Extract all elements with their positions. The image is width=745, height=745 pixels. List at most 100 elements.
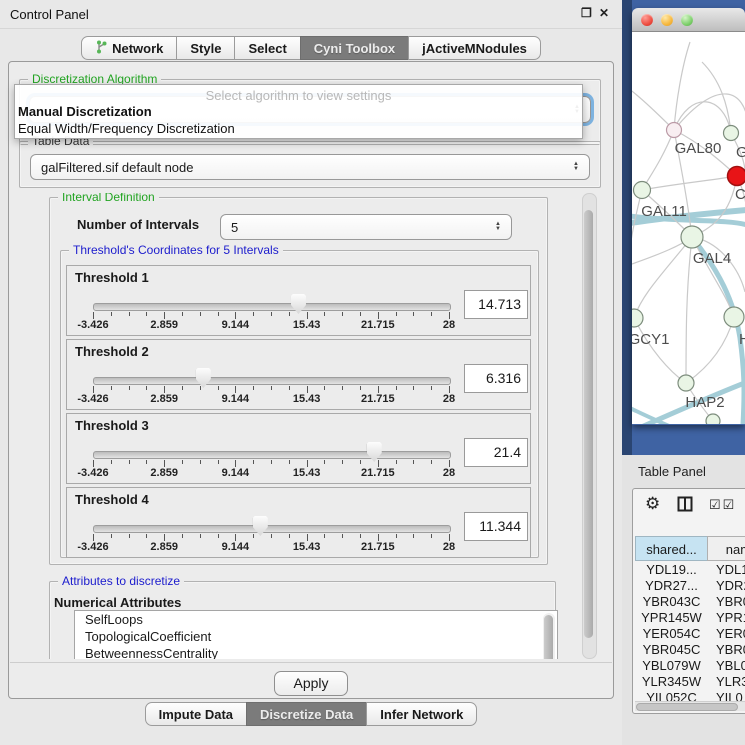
checkbox-icon[interactable]: ☑: [723, 497, 737, 512]
slider-track[interactable]: [93, 525, 451, 533]
number-of-intervals-combobox[interactable]: 5 ▲▼: [220, 214, 512, 240]
network-edge[interactable]: [686, 317, 734, 383]
cell-name: YBR0: [708, 642, 745, 658]
table-row[interactable]: YBR045CYBR0: [635, 642, 745, 658]
network-edge[interactable]: [674, 42, 690, 130]
network-edge[interactable]: [692, 237, 734, 317]
threshold-value-field[interactable]: 14.713: [464, 290, 528, 319]
network-node-gal11[interactable]: [634, 182, 651, 199]
tick-mark: [129, 534, 130, 538]
table-row[interactable]: YBR043CYBR0: [635, 594, 745, 610]
column-header-shared-name[interactable]: shared...: [635, 536, 708, 561]
table-data-combobox-value: galFiltered.sif default node: [31, 160, 567, 175]
list-item-selfloops[interactable]: SelfLoops: [75, 611, 557, 628]
network-node-gal4[interactable]: [681, 226, 703, 248]
minimize-traffic-light-icon[interactable]: [661, 14, 673, 26]
table-row[interactable]: YLR345WYLR3: [635, 674, 745, 690]
network-edge[interactable]: [634, 237, 692, 318]
network-edge[interactable]: [632, 88, 674, 130]
tab-jactivemnodules[interactable]: jActiveMNodules: [408, 36, 541, 60]
threshold-value-field[interactable]: 21.4: [464, 438, 528, 467]
slider-thumb[interactable]: [196, 368, 211, 388]
network-edge[interactable]: [686, 237, 692, 383]
close-traffic-light-icon[interactable]: [641, 14, 653, 26]
table-row[interactable]: YPR145WYPR1: [635, 610, 745, 626]
network-node-gcy1[interactable]: [632, 309, 643, 327]
network-node-c[interactable]: [728, 167, 745, 186]
tick-mark: [324, 312, 325, 316]
list-item-topologicalcoefficient[interactable]: TopologicalCoefficient: [75, 628, 557, 645]
table-row[interactable]: YDL19...YDL1: [635, 562, 745, 578]
threshold-value-field[interactable]: 11.344: [464, 512, 528, 541]
tick-mark: [164, 534, 165, 541]
attributes-list-scrollbar[interactable]: [543, 613, 555, 659]
tab-style[interactable]: Style: [176, 36, 235, 60]
zoom-traffic-light-icon[interactable]: [681, 14, 693, 26]
float-window-icon[interactable]: ❐: [581, 6, 592, 20]
tick-mark: [289, 534, 290, 538]
table-horizontal-scrollbar[interactable]: [635, 701, 745, 711]
tick-mark: [413, 534, 414, 538]
split-columns-icon[interactable]: [677, 496, 693, 512]
tick-mark: [289, 460, 290, 464]
tab-cyni-toolbox[interactable]: Cyni Toolbox: [300, 36, 409, 60]
tab-network[interactable]: Network: [81, 36, 177, 60]
slider-track[interactable]: [93, 377, 451, 385]
tab-select[interactable]: Select: [234, 36, 300, 60]
network-node-ga[interactable]: [724, 126, 739, 141]
network-node-h[interactable]: [724, 307, 744, 327]
checkbox-icon[interactable]: ☑: [709, 497, 723, 512]
control-panel-tabs: NetworkStyleSelectCyni ToolboxjActiveMNo…: [0, 36, 622, 60]
tick-mark: [396, 386, 397, 390]
tab-impute-data[interactable]: Impute Data: [145, 702, 247, 726]
tick-mark: [182, 460, 183, 464]
scrollbar-thumb[interactable]: [544, 615, 553, 659]
network-node[interactable]: [706, 414, 720, 424]
slider-track[interactable]: [93, 451, 451, 459]
tick-mark: [360, 534, 361, 538]
table-row[interactable]: YIL052CYIL0: [635, 690, 745, 701]
gear-icon[interactable]: ⚙: [645, 494, 660, 514]
threshold-value-field[interactable]: 6.316: [464, 364, 528, 393]
numerical-attributes-list[interactable]: SelfLoopsTopologicalCoefficientBetweenne…: [74, 610, 558, 659]
tick-mark: [289, 386, 290, 390]
network-edge[interactable]: [642, 176, 737, 190]
tick-mark: [342, 312, 343, 316]
select-columns-icons[interactable]: ☑☑: [709, 497, 736, 513]
tick-mark: [111, 460, 112, 464]
slider-thumb[interactable]: [253, 516, 268, 536]
close-icon[interactable]: ✕: [599, 6, 609, 20]
table-row[interactable]: YER054CYER0: [635, 626, 745, 642]
table-data-combobox[interactable]: galFiltered.sif default node ▲▼: [30, 154, 590, 180]
tick-mark: [200, 312, 201, 316]
menu-item-manual-discretization[interactable]: Manual Discretization: [15, 103, 582, 120]
scrollbar-thumb[interactable]: [584, 210, 593, 638]
apply-button[interactable]: Apply: [274, 671, 348, 696]
tab-infer-network[interactable]: Infer Network: [366, 702, 477, 726]
network-edge[interactable]: [634, 318, 686, 383]
network-window-titlebar[interactable]: [632, 8, 745, 32]
tick-label: 28: [443, 467, 455, 479]
tick-mark: [164, 386, 165, 393]
table-row[interactable]: YDR27...YDR2: [635, 578, 745, 594]
network-node-hap2[interactable]: [678, 375, 694, 391]
slider-thumb[interactable]: [291, 294, 306, 314]
tick-mark: [200, 534, 201, 538]
network-node-label: H: [739, 331, 745, 348]
network-canvas[interactable]: GAL80GACGAL11GAL4GCY1HHAP2: [632, 32, 745, 424]
scrollbar-thumb[interactable]: [636, 703, 738, 711]
list-item-betweennesscentrality[interactable]: BetweennessCentrality: [75, 645, 557, 659]
table-row[interactable]: YBL079WYBL0: [635, 658, 745, 674]
tick-label: -3.426: [77, 393, 108, 405]
slider-track[interactable]: [93, 303, 451, 311]
network-node-gal80[interactable]: [667, 123, 682, 138]
column-header-name[interactable]: name: [707, 536, 745, 561]
network-edge[interactable]: [642, 130, 674, 190]
tab-discretize-data[interactable]: Discretize Data: [246, 702, 367, 726]
network-edge[interactable]: [674, 102, 731, 133]
settings-vertical-scrollbar[interactable]: [582, 193, 597, 659]
tick-mark: [396, 534, 397, 538]
slider-thumb[interactable]: [367, 442, 382, 462]
network-edge[interactable]: [702, 62, 731, 133]
menu-item-equal-width-frequency-discretization[interactable]: Equal Width/Frequency Discretization: [15, 120, 582, 137]
